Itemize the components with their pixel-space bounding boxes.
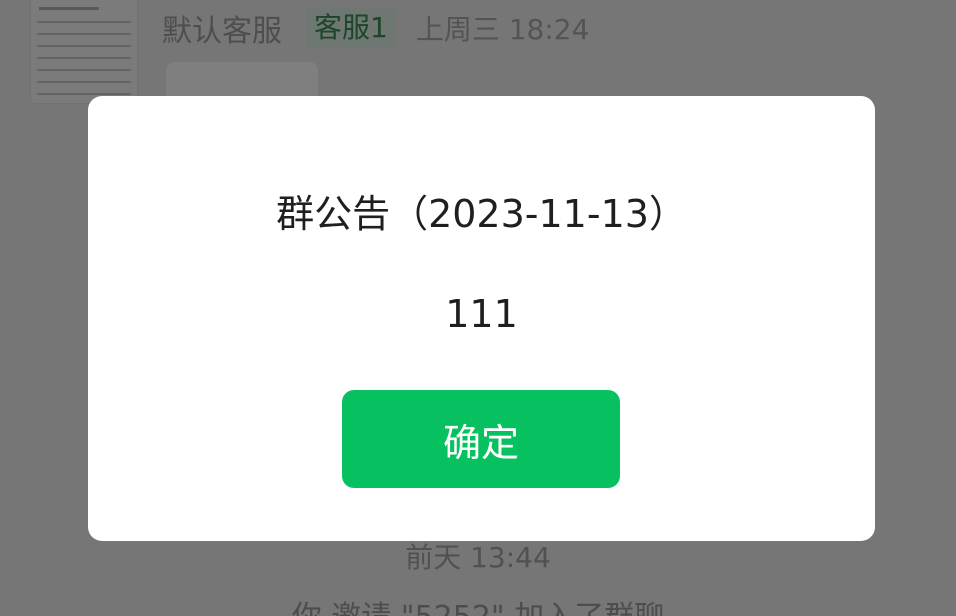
chat-screen: 默认客服 客服1 上周三 18:24 前天 13:44 你 邀请 "5252" … [0,0,956,616]
confirm-button[interactable]: 确定 [342,390,620,488]
announcement-content: 111 [445,292,518,336]
announcement-dialog: 群公告（2023-11-13） 111 确定 [88,96,875,541]
dialog-title: 群公告（2023-11-13） [276,192,687,236]
